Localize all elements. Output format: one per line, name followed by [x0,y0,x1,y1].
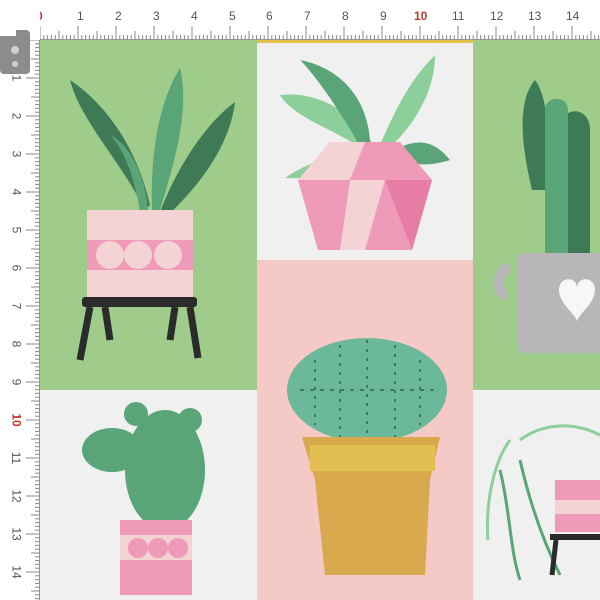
top-ruler-label: 8 [342,9,349,23]
top-ruler-label: 9 [380,9,387,23]
left-ruler-label: 10 [9,413,24,427]
top-ruler-label: 13 [528,9,542,23]
top-ruler-label: 12 [490,9,504,23]
fabric-pattern [40,40,600,600]
top-ruler: 0 1 2 3 4 5 6 7 8 9 10 11 12 13 14 [0,0,600,40]
top-ruler-label: 3 [153,9,160,23]
tape-clip-icon [0,0,30,74]
top-ruler-label: 11 [452,9,465,23]
ruler-corner [0,0,40,74]
left-ruler-label: 6 [9,264,24,272]
left-ruler-label: 2 [9,112,24,120]
top-ruler-label: 10 [414,9,428,23]
left-ruler-label: 4 [9,188,24,196]
left-ruler: 1 2 3 4 5 6 7 8 9 10 11 12 13 14 [0,0,40,600]
top-ruler-label: 14 [566,9,580,23]
top-ruler-label: 6 [266,9,273,23]
top-ruler-label: 7 [304,9,311,23]
plant-pattern-artwork [40,40,600,600]
left-ruler-label: 9 [9,378,24,386]
left-ruler-ticks [26,0,40,600]
top-ruler-label: 1 [77,9,84,23]
left-ruler-label: 5 [9,226,24,234]
top-ruler-label: 4 [191,9,198,23]
top-ruler-label: 2 [115,9,122,23]
left-ruler-label: 11 [9,451,24,465]
left-ruler-label: 12 [9,489,24,503]
left-ruler-label: 7 [9,302,24,310]
left-ruler-label: 3 [9,150,24,158]
top-ruler-label: 5 [229,9,236,23]
top-ruler-ticks [0,26,600,40]
left-ruler-label: 13 [9,527,24,541]
left-ruler-label: 14 [9,565,24,579]
left-ruler-label: 8 [9,340,24,348]
